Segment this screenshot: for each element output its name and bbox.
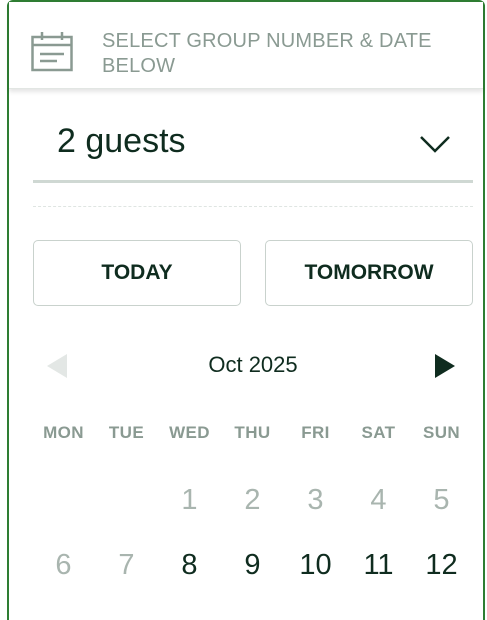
weekday-fri: FRI	[301, 423, 330, 442]
calendar-day: 6	[55, 549, 72, 581]
weekday-tue: TUE	[108, 423, 145, 442]
guest-count-value: 2 guests	[57, 122, 186, 160]
booking-header: SELECT GROUP NUMBER & DATE BELOW	[9, 2, 483, 89]
calendar-day: 3	[307, 484, 324, 516]
weekday-sat: SAT	[361, 423, 396, 442]
calendar-day[interactable]: 8	[158, 547, 221, 583]
weekday-sun: SUN	[422, 423, 461, 442]
calendar-day: 2	[244, 484, 261, 516]
weekday-mon: MON	[43, 423, 84, 442]
calendar-day[interactable]: 9	[221, 547, 284, 583]
calendar-day[interactable]: 10	[284, 547, 347, 583]
calendar-week-row: 1 2 3 4 5	[32, 482, 473, 518]
calendar-day[interactable]: 12	[410, 547, 473, 583]
calendar-day[interactable]: 11	[347, 547, 410, 583]
guest-count-select[interactable]: 2 guests	[33, 112, 473, 183]
calendar-day-empty	[32, 482, 95, 518]
calendar-week-row: 6 7 8 9 10 11 12	[32, 547, 473, 583]
month-navigation: Oct 2025	[33, 342, 473, 388]
weekday-header-row: MON TUE WED THU FRI SAT SUN	[32, 423, 473, 443]
month-label: Oct 2025	[208, 352, 298, 377]
calendar-day: 1	[181, 484, 198, 516]
triangle-right-icon[interactable]	[435, 354, 455, 378]
calendar-icon	[31, 32, 73, 72]
weekday-thu: THU	[234, 423, 271, 442]
calendar-day: 7	[118, 549, 135, 581]
calendar-day: 5	[433, 484, 450, 516]
booking-panel: SELECT GROUP NUMBER & DATE BELOW 2 guest…	[7, 0, 485, 620]
today-button[interactable]: TODAY	[33, 240, 241, 306]
header-instruction: SELECT GROUP NUMBER & DATE BELOW	[102, 30, 432, 77]
chevron-down-icon	[420, 136, 450, 153]
weekday-wed: WED	[169, 423, 210, 442]
tomorrow-button[interactable]: TOMORROW	[265, 240, 473, 306]
divider	[33, 206, 473, 207]
calendar-day-empty	[95, 482, 158, 518]
calendar-day: 4	[370, 484, 387, 516]
